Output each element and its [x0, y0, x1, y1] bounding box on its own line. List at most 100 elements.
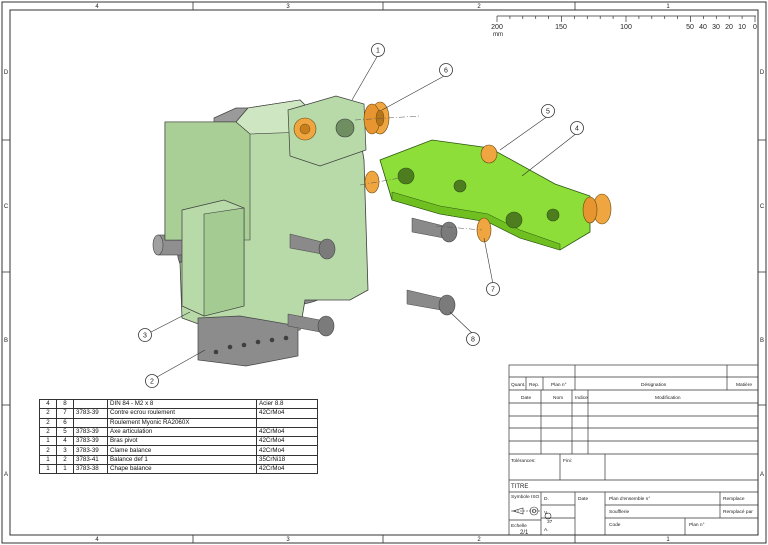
- ruler-label-0: 0: [753, 24, 757, 31]
- zone-col-top-4: 1: [666, 4, 670, 10]
- parts-list-row: 2 6 Roulement Myonic RA2060X: [39, 417, 318, 428]
- parts-list-designation: Balance def 1: [107, 454, 257, 466]
- balloon-7: 7: [491, 287, 495, 294]
- parts-list-plan: 3783-38: [73, 464, 108, 475]
- parts-list-row: 2 3 3783-39 Clame balance 42CrMo4: [39, 445, 318, 456]
- parts-list-qty: 2: [39, 408, 57, 419]
- parts-list-rep: 7: [56, 408, 74, 419]
- parts-list-row: 2 5 3783-39 Axe articulation 42CrMo4: [39, 426, 318, 438]
- tb-rev-modification: Modification: [655, 395, 681, 401]
- tb-rev-date: Date: [521, 395, 531, 401]
- bottom-grey-plate: [197, 315, 299, 367]
- zone-row-left-1: D: [4, 70, 9, 76]
- tb-fini: Fini:: [563, 458, 572, 464]
- parts-list-plan: [73, 398, 108, 410]
- tb-v-value: 37: [547, 519, 553, 525]
- parts-list-material: Acier 8.8: [256, 398, 318, 410]
- parts-list-designation: DIN 84 - M2 x 8: [107, 398, 257, 410]
- zone-row-left-3: B: [4, 338, 8, 344]
- parts-list-plan: 3783-39: [73, 408, 108, 419]
- tb-designation: Désignation: [641, 382, 667, 388]
- parts-list-designation: Clame balance: [107, 445, 257, 456]
- parts-list-qty: 2: [39, 426, 57, 438]
- iso-projection-symbol: [511, 506, 540, 516]
- zone-col-top-1: 4: [95, 4, 99, 10]
- tb-date: Date: [578, 496, 588, 502]
- parts-list-designation: Axe articulation: [107, 426, 257, 438]
- parts-list-plan: [73, 417, 108, 428]
- parts-list-qty: 2: [39, 417, 57, 428]
- parts-list-plan: 3783-39: [73, 426, 108, 438]
- parts-list-designation: Roulement Myonic RA2060X: [107, 417, 257, 428]
- ruler-label-150: 150: [555, 24, 567, 31]
- ruler-label-200: 200: [491, 24, 503, 31]
- tb-remplace: Remplace: [723, 496, 745, 502]
- balloon-8: 8: [471, 337, 475, 344]
- parts-list-rep: 8: [56, 398, 74, 410]
- parts-list-material: 42CrMo4: [256, 445, 318, 456]
- zone-row-left-4: A: [4, 472, 8, 478]
- assembly-illustration: [152, 95, 612, 367]
- parts-list-material: 42CrMo4: [256, 426, 318, 438]
- tb-echelle-value: 2/1: [520, 530, 529, 536]
- parts-list-rep: 5: [56, 426, 74, 438]
- tb-d-label: D.: [544, 496, 549, 502]
- scale-ruler: 200 150 100 50 40 30 20 10 0 mm: [491, 15, 757, 38]
- parts-list-qty: 2: [39, 445, 57, 456]
- zone-row-left-2: C: [4, 204, 9, 210]
- tb-v-label: V.: [544, 510, 548, 516]
- ruler-label-40: 40: [699, 24, 707, 31]
- ruler-unit: mm: [493, 32, 503, 38]
- zone-col-top-3: 2: [477, 4, 481, 10]
- parts-list-rep: 3: [56, 445, 74, 456]
- parts-list-row: 4 8 DIN 84 - M2 x 8 Acier 8.8: [39, 398, 318, 410]
- balloon-1: 1: [376, 48, 380, 55]
- parts-list-material: 42CrMo4: [256, 464, 318, 475]
- tb-plan-ensemble: Plan d'ensemble n°: [609, 496, 650, 502]
- tb-remplace-par: Remplacé par: [723, 509, 753, 515]
- parts-list-material: 42CrMo4: [256, 436, 318, 447]
- zone-row-right-1: D: [760, 70, 765, 76]
- parts-list-plan: 3783-39: [73, 445, 108, 456]
- tb-symbole-iso: Symbole ISO: [511, 494, 540, 500]
- zone-col-bottom-1: 4: [95, 537, 99, 543]
- parts-list-row: 1 4 3783-39 Bras pivot 42CrMo4: [39, 436, 318, 447]
- shaft-end: [152, 234, 164, 256]
- zone-col-bottom-3: 2: [477, 537, 481, 543]
- parts-list-designation: Contre ecrou roulement: [107, 408, 257, 419]
- zone-row-right-4: A: [760, 472, 764, 478]
- balloon-6: 6: [444, 68, 448, 75]
- zone-col-bottom-2: 3: [286, 537, 290, 543]
- zone-col-bottom-4: 1: [666, 537, 670, 543]
- ruler-label-10: 10: [738, 24, 746, 31]
- parts-list-plan: 3783-41: [73, 454, 108, 466]
- tb-plan: Plan n°: [551, 382, 567, 388]
- parts-list-material: 42CrMo4: [256, 408, 318, 419]
- tb-rev-nom: Nom: [553, 395, 563, 401]
- left-bearing-inner: [299, 123, 311, 135]
- tb-rep: Rep.: [529, 382, 539, 388]
- zone-row-right-2: C: [760, 204, 765, 210]
- parts-list-qty: 1: [39, 454, 57, 466]
- balloon-2: 2: [150, 379, 154, 386]
- parts-list-qty: 1: [39, 464, 57, 475]
- parts-list-qty: 1: [39, 436, 57, 447]
- balloon-5: 5: [546, 109, 550, 116]
- zone-col-top-2: 3: [286, 4, 290, 10]
- balloon-4: 4: [575, 126, 579, 133]
- parts-list-plan: 3783-39: [73, 436, 108, 447]
- tb-tolerances: Tolérances:: [511, 458, 536, 464]
- tb-quant: Quant.: [511, 382, 525, 388]
- parts-list-qty: 4: [39, 398, 57, 410]
- zone-row-right-3: B: [760, 338, 764, 344]
- tb-a-label: A.: [544, 527, 549, 533]
- parts-list-rep: 2: [56, 454, 74, 466]
- tb-code: Code: [609, 522, 621, 528]
- parts-list-material: 35CrNi18: [256, 454, 318, 466]
- ruler-label-50: 50: [686, 24, 694, 31]
- front-clamp-face: [203, 207, 245, 317]
- ruler-label-100: 100: [620, 24, 632, 31]
- parts-list-designation: Chape balance: [107, 464, 257, 475]
- parts-list-material: [256, 417, 318, 428]
- balloon-3: 3: [143, 333, 147, 340]
